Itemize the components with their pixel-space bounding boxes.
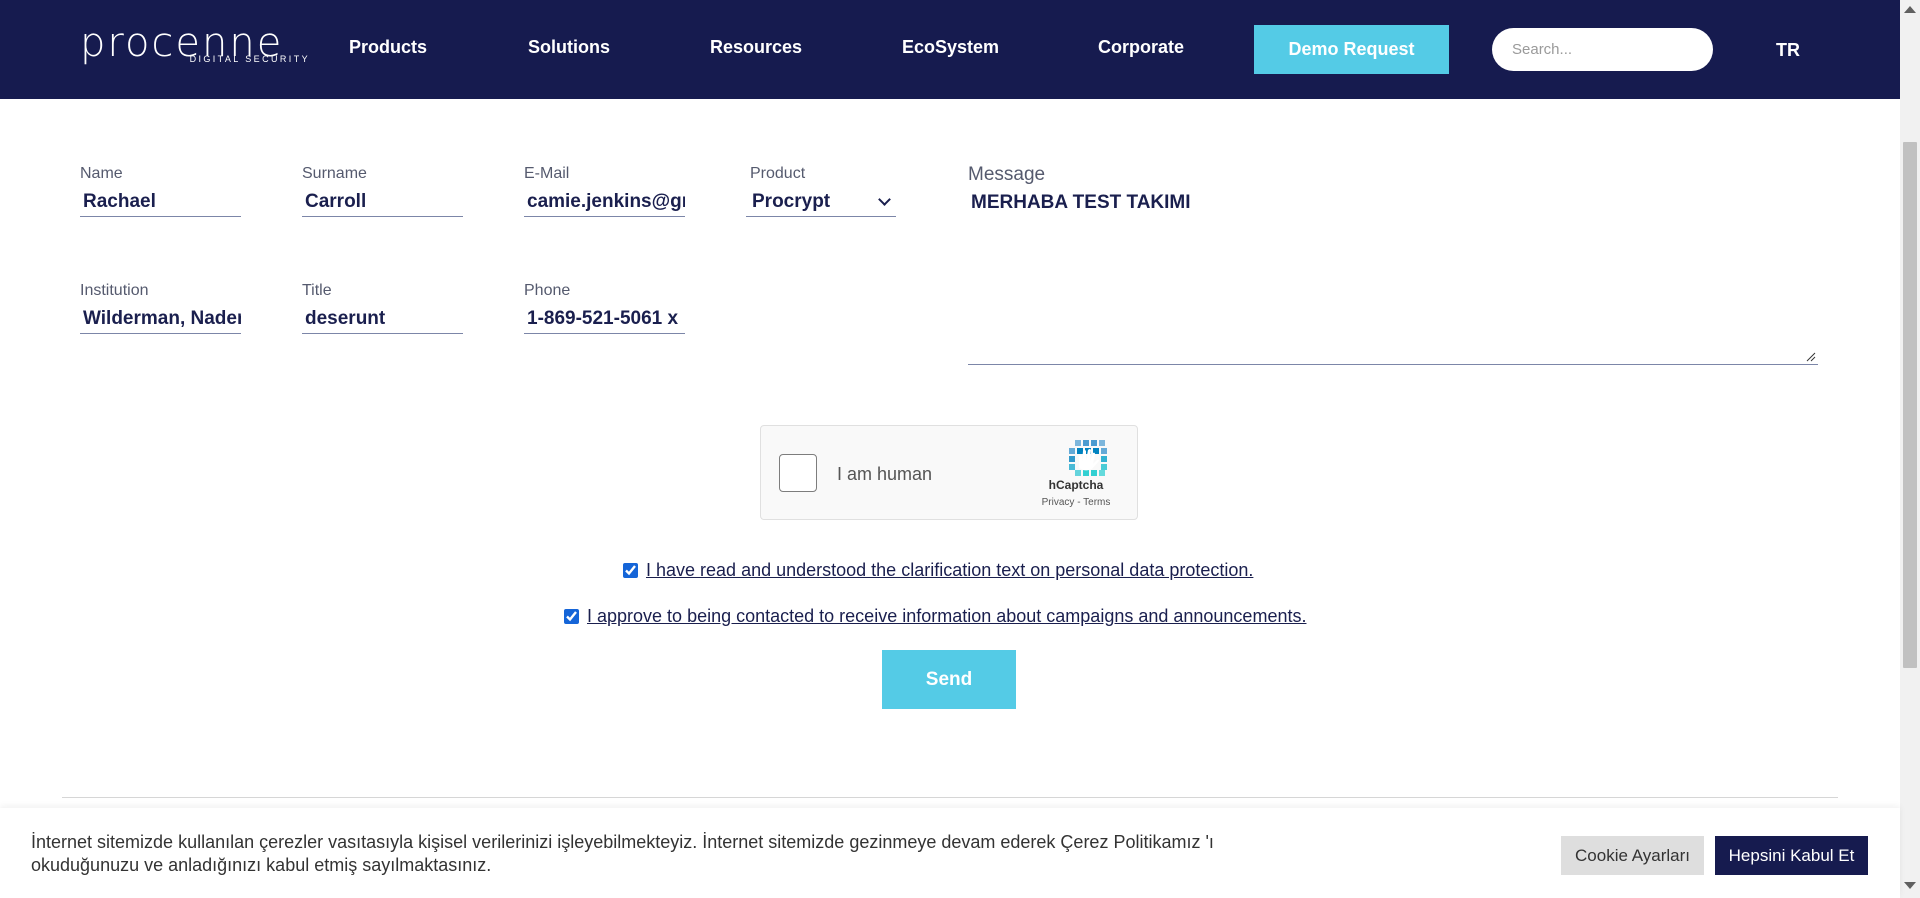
kvkk-consent-checkbox[interactable] bbox=[623, 563, 638, 578]
captcha-checkbox[interactable] bbox=[779, 454, 817, 492]
scroll-up-arrow-icon[interactable] bbox=[1904, 6, 1916, 13]
kvkk-consent[interactable]: I have read and understood the clarifica… bbox=[623, 560, 1253, 581]
product-select-value: Procrypt bbox=[752, 191, 831, 212]
nav-ecosystem[interactable]: EcoSystem bbox=[902, 37, 999, 58]
title-label: Title bbox=[302, 282, 332, 299]
email-field[interactable] bbox=[524, 187, 685, 217]
campaign-consent-link[interactable]: I approve to being contacted to receive … bbox=[587, 606, 1306, 627]
cookie-text: İnternet sitemizde kullanılan çerezler v… bbox=[31, 832, 1214, 875]
product-select[interactable]: Procrypt bbox=[746, 187, 896, 217]
scrollbar-thumb[interactable] bbox=[1903, 142, 1917, 668]
resize-grip-icon[interactable] bbox=[1806, 352, 1816, 362]
scroll-down-arrow-icon[interactable] bbox=[1904, 882, 1916, 889]
language-switch-tr[interactable]: TR bbox=[1776, 40, 1800, 61]
email-label: E-Mail bbox=[524, 165, 570, 182]
procenne-logo[interactable]: procenne DIGITAL SECURITY bbox=[80, 20, 312, 66]
demo-request-button[interactable]: Demo Request bbox=[1254, 25, 1449, 74]
hcaptcha-privacy-terms-link[interactable]: Privacy - Terms bbox=[1021, 497, 1131, 508]
footer-divider bbox=[62, 797, 1838, 798]
hcaptcha-brand: hCaptcha bbox=[1048, 478, 1104, 492]
cookie-banner: İnternet sitemizde kullanılan çerezler v… bbox=[0, 808, 1900, 898]
hcaptcha-logo-icon bbox=[1069, 440, 1107, 476]
phone-label: Phone bbox=[524, 282, 571, 299]
accept-all-cookies-button[interactable]: Hepsini Kabul Et bbox=[1715, 836, 1868, 875]
captcha-label: I am human bbox=[837, 464, 933, 484]
campaign-consent[interactable]: I approve to being contacted to receive … bbox=[564, 606, 1306, 627]
search-input[interactable] bbox=[1492, 28, 1713, 71]
title-field[interactable] bbox=[302, 304, 463, 334]
name-field[interactable] bbox=[80, 187, 241, 217]
institution-label: Institution bbox=[80, 282, 149, 299]
logo-tagline: DIGITAL SECURITY bbox=[189, 54, 310, 64]
message-textarea[interactable]: MERHABA TEST TAKIMI bbox=[968, 189, 1818, 365]
chevron-down-icon bbox=[878, 193, 891, 206]
top-navbar: procenne DIGITAL SECURITY Products Solut… bbox=[0, 0, 1900, 99]
kvkk-consent-link[interactable]: I have read and understood the clarifica… bbox=[646, 560, 1253, 581]
institution-field[interactable] bbox=[80, 304, 241, 334]
nav-products[interactable]: Products bbox=[349, 37, 427, 58]
nav-corporate[interactable]: Corporate bbox=[1098, 37, 1184, 58]
surname-label: Surname bbox=[302, 165, 367, 182]
cookie-settings-button[interactable]: Cookie Ayarları bbox=[1561, 836, 1704, 875]
nav-solutions[interactable]: Solutions bbox=[528, 37, 610, 58]
name-label: Name bbox=[80, 165, 123, 182]
hcaptcha-widget: I am human hCaptcha Privacy - Terms bbox=[760, 425, 1138, 520]
campaign-consent-checkbox[interactable] bbox=[564, 609, 579, 624]
phone-field[interactable] bbox=[524, 304, 685, 334]
nav-resources[interactable]: Resources bbox=[710, 37, 802, 58]
surname-field[interactable] bbox=[302, 187, 463, 217]
message-label: Message bbox=[968, 164, 1046, 185]
product-label: Product bbox=[750, 165, 806, 182]
send-button[interactable]: Send bbox=[882, 650, 1016, 709]
